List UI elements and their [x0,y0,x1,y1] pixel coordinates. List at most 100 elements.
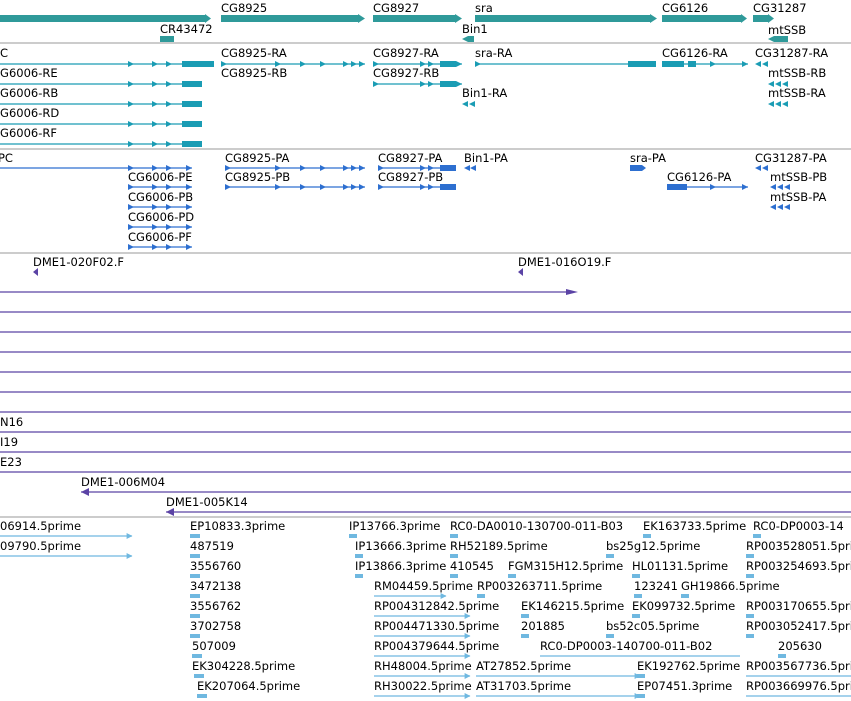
transcript-cg6126-ra[interactable] [662,61,748,67]
est-track[interactable]: 06914.5prime 09790.5prime EP10833.3prime… [0,519,851,699]
est-feature[interactable] [521,634,529,638]
clone-dme1-020f02[interactable] [33,268,38,276]
est-feature[interactable] [746,614,754,618]
est-feature[interactable] [450,574,458,578]
protein-cg31287-pa[interactable] [755,165,768,171]
est-feature[interactable] [192,654,202,658]
est-feature[interactable] [190,574,200,578]
est-feature[interactable] [190,594,200,598]
clone-track[interactable]: DME1-020F02.F DME1-016O19.F N16 I19 E23 … [0,255,851,516]
gene-sra[interactable]: sra [475,1,657,23]
transcript-cg31287-ra[interactable] [755,61,768,67]
protein-label-cg6006-pe: CG6006-PE [128,170,193,184]
transcript-cg6006-rf[interactable] [0,141,202,147]
est-feature[interactable] [606,634,614,638]
protein-label-mtssb-pb: mtSSB-PB [770,170,827,184]
protein-cg8925-pb[interactable] [225,184,365,190]
est-feature[interactable] [637,674,645,678]
gene-cg8927[interactable]: CG8927 [373,1,462,23]
est-feature[interactable] [190,634,200,638]
est-label: EK304228.5prime [192,659,295,673]
est-label: RP003170655.5prime [746,599,851,613]
est-label: 487519 [190,539,234,553]
est-label: EK207064.5prime [197,679,300,693]
transcript-bin1-ra[interactable] [462,101,475,107]
transcript-sra-ra[interactable] [475,61,656,67]
est-feature[interactable] [355,554,363,558]
protein-label-mtssb-pa: mtSSB-PA [770,190,827,204]
transcript-label-c: C [0,46,8,60]
gene-cg6126[interactable]: CG6126 [662,1,747,23]
gene-label-cg8927: CG8927 [373,1,419,15]
protein-mtssb-pa[interactable] [770,204,790,210]
est-feature[interactable] [681,594,689,598]
protein-cg6126-pa[interactable] [667,184,748,190]
est-feature[interactable] [746,554,754,558]
genome-browser-canvas: CG8925 CG8927 sra CG6126 CG31287 CR43472… [0,1,851,699]
est-feature[interactable] [606,554,614,558]
est-feature[interactable] [190,614,200,618]
clone-dme1-016o19[interactable] [518,268,523,276]
gene-cr43472[interactable]: CR43472 [160,22,213,42]
protein-label-cg8927-pa: CG8927-PA [378,151,443,165]
est-feature[interactable] [632,614,640,618]
gene-label-cr43472: CR43472 [160,22,213,36]
est-label: FGM315H12.5prime [508,559,623,573]
est-label: RC0-DP0003-14 [753,519,844,533]
est-feature[interactable] [349,534,357,538]
est-feature[interactable] [753,534,761,538]
clone-label-e23: E23 [0,455,22,469]
est-label: bs25g12.5prime [606,539,700,553]
transcript-label-cg31287-ra: CG31287-RA [755,46,828,60]
est-label: 06914.5prime [0,519,81,533]
est-label: 3556760 [190,559,241,573]
est-feature[interactable] [746,634,754,638]
protein-label-sra-pa: sra-PA [630,151,666,165]
est-feature[interactable] [634,594,642,598]
gene-bin1[interactable]: Bin1 [462,22,488,42]
protein-label-cg6006-pf: CG6006-PF [128,230,192,244]
est-feature[interactable] [521,614,529,618]
est-label: RP003052417.5prime [746,619,851,633]
gene-cg31287[interactable]: CG31287 [753,1,807,23]
transcript-track[interactable]: C CG6006-RE CG6006-RB CG6006-RD CG6006-R… [0,46,828,147]
est-feature[interactable] [637,694,645,698]
est-feature[interactable] [194,674,204,678]
protein-cg8927-pb[interactable] [378,184,456,190]
protein-cg6006-pf[interactable] [128,244,192,250]
gene-mtssb[interactable]: mtSSB [768,23,806,42]
est-feature[interactable] [778,654,786,658]
clone-label-dme1-005k14: DME1-005K14 [166,495,248,509]
est-label: RC0-DP0003-140700-011-B02 [540,639,712,653]
est-feature[interactable] [190,554,200,558]
gene-cg8925[interactable]: CG8925 [221,1,365,23]
protein-track[interactable]: PC CG6006-PE CG6006-PB CG6006-PD CG6006-… [0,151,827,250]
gene-track[interactable]: CG8925 CG8927 sra CG6126 CG31287 CR43472… [0,1,807,42]
est-feature[interactable] [197,694,207,698]
clone-label-i19: I19 [0,435,18,449]
clone-dme1-005k14[interactable] [166,508,851,516]
transcript-label-cg6006-rf: CG6006-RF [0,126,57,140]
est-feature[interactable] [450,534,458,538]
protein-bin1-pa[interactable] [464,165,476,171]
est-label: RM04459.5prime [374,579,473,593]
est-feature[interactable] [190,534,200,538]
est-feature[interactable] [450,554,458,558]
clone-long-1[interactable] [0,289,578,295]
est-label: 410545 [450,559,494,573]
est-feature[interactable] [746,574,754,578]
est-label: EP07451.3prime [637,679,732,693]
est-label: RP003263711.5prime [477,579,602,593]
protein-sra-pa[interactable] [630,165,646,171]
est-label: 123241 [634,579,678,593]
est-feature[interactable] [477,594,485,598]
est-feature[interactable] [632,574,640,578]
transcript-mtssb-ra[interactable] [768,101,788,107]
transcript-cg8927-rb[interactable] [373,81,462,87]
est-feature[interactable] [355,574,363,578]
est-feature[interactable] [643,534,651,538]
est-label: EP10833.3prime [190,519,285,533]
est-label: RP003528051.5prime [746,539,851,553]
est-feature[interactable] [508,574,516,578]
est-label: RP003254693.5prime [746,559,851,573]
